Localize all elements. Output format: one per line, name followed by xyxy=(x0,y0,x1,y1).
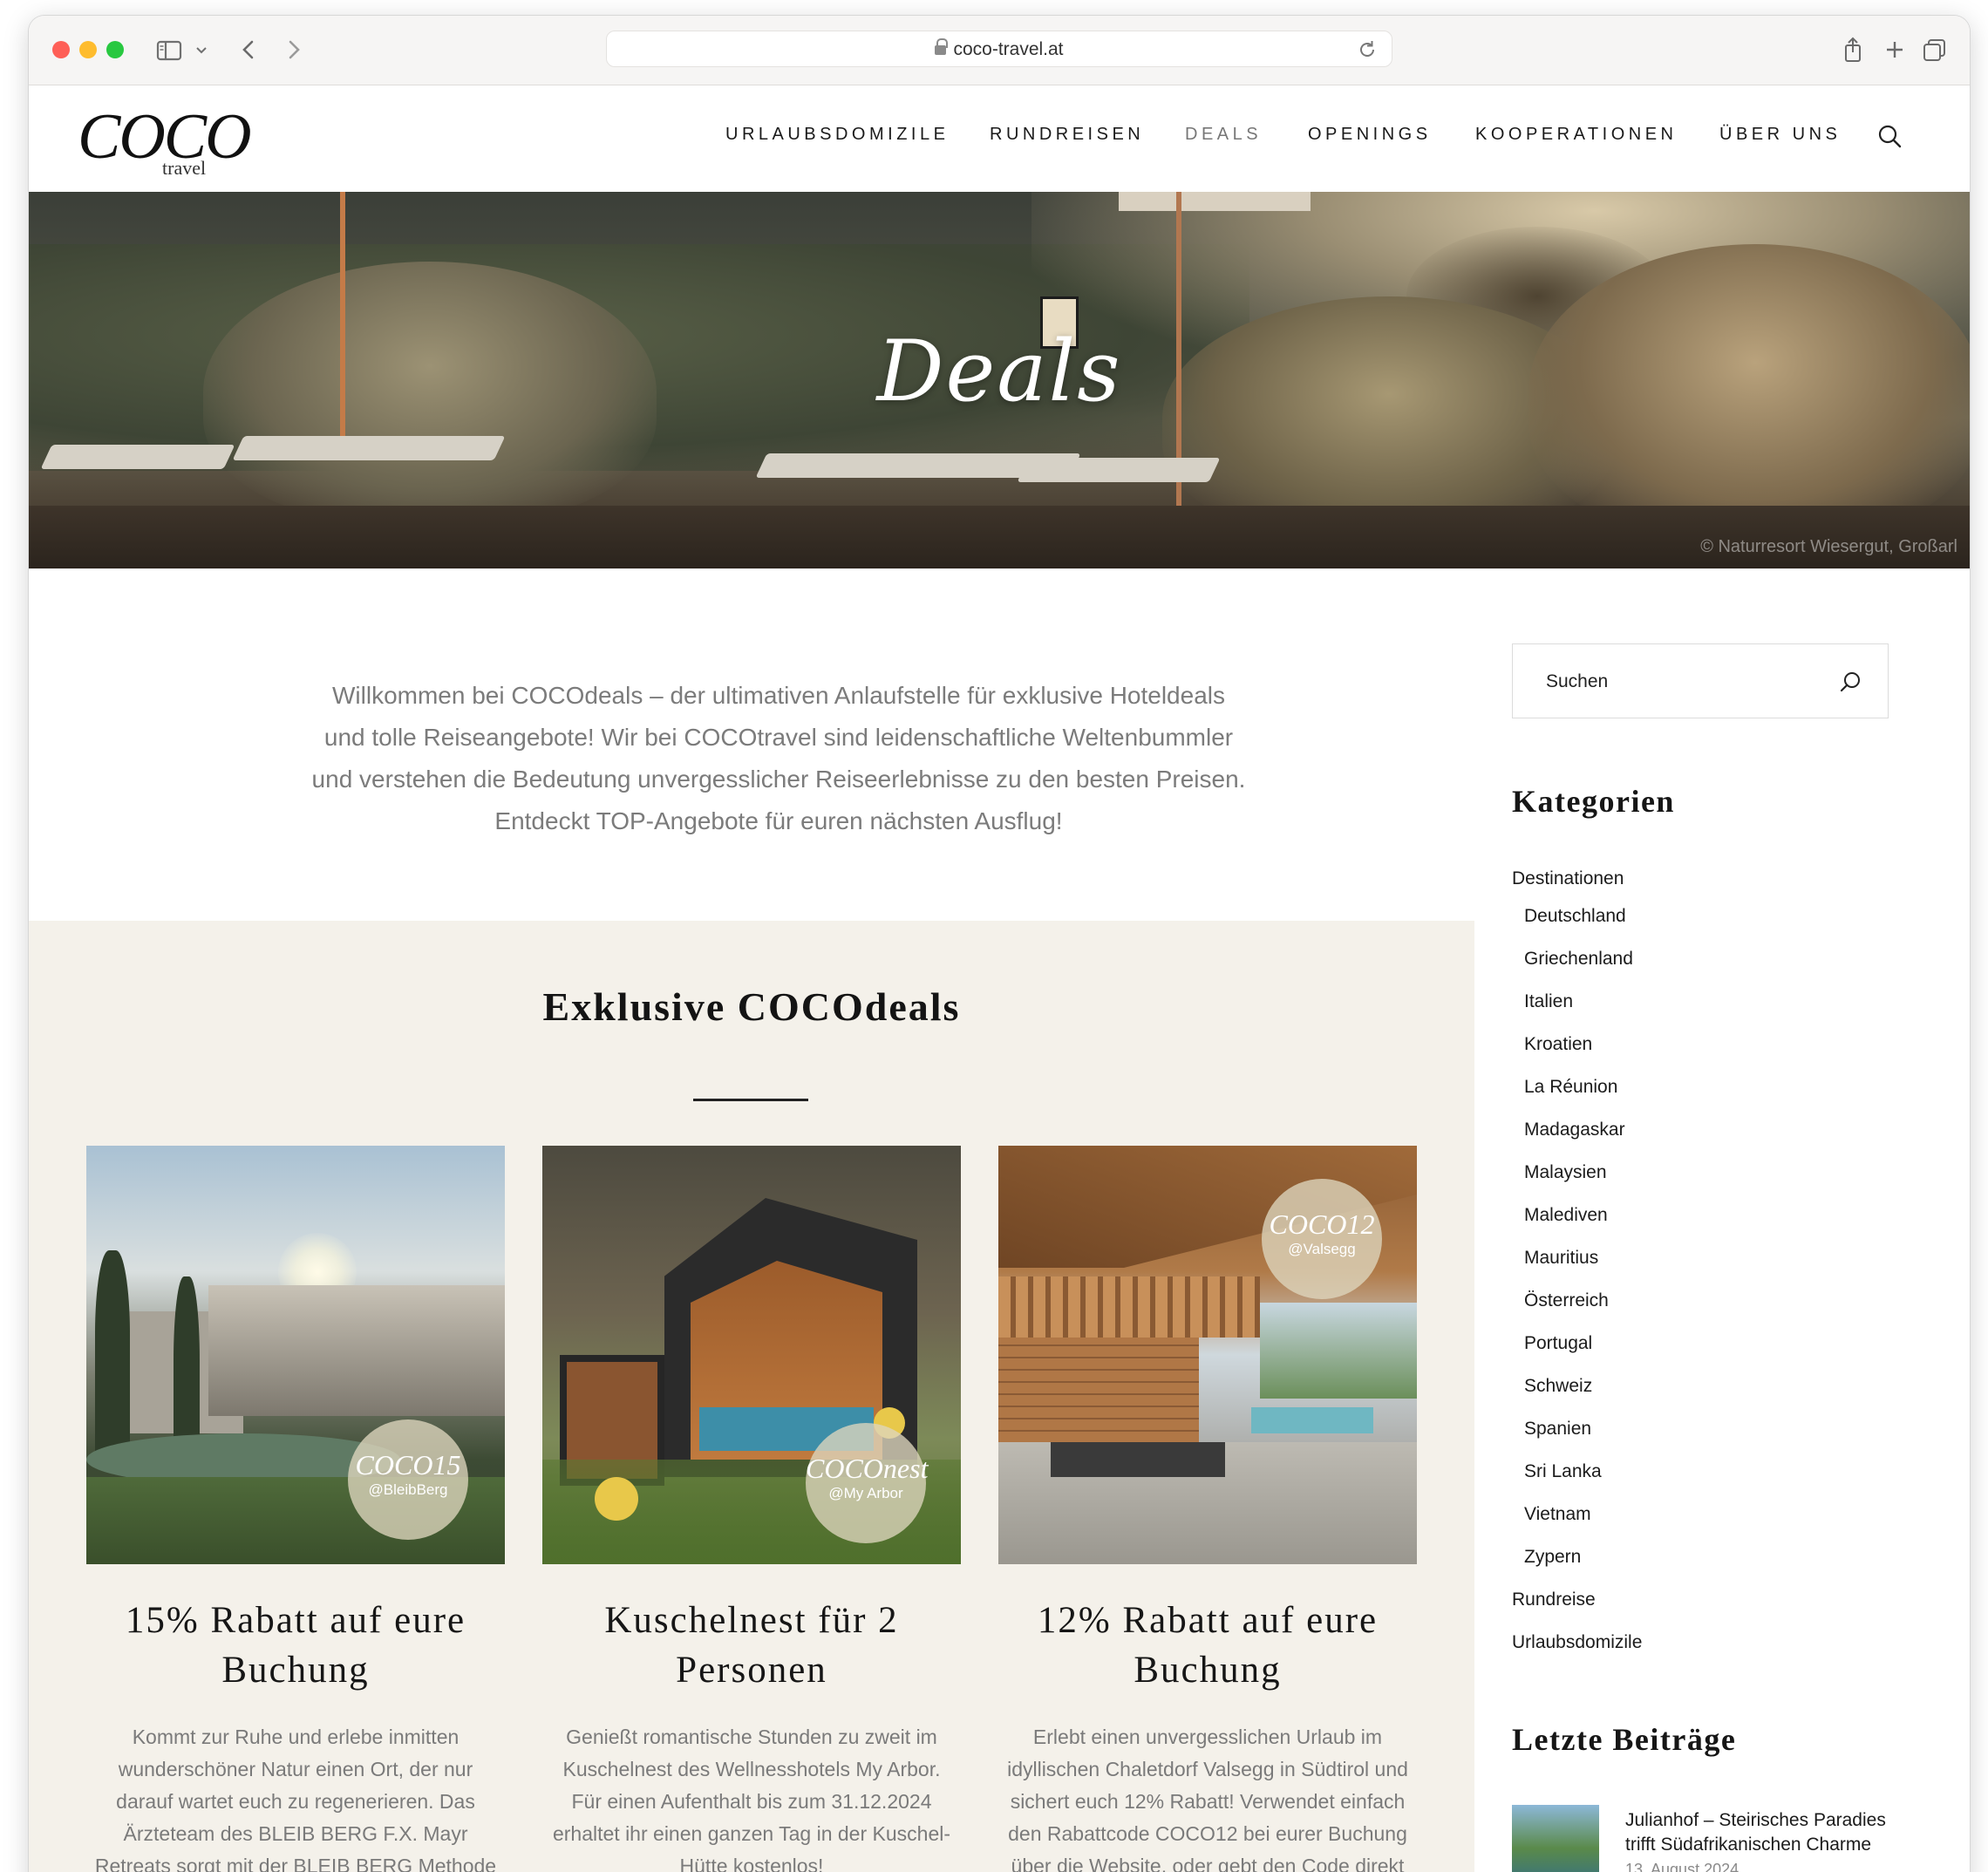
sidebar-search-field[interactable]: Suchen xyxy=(1512,643,1889,718)
search-icon[interactable] xyxy=(1877,124,1902,148)
hero-photo-credit: © Naturresort Wiesergut, Großarl xyxy=(1700,537,1957,556)
close-window-button[interactable] xyxy=(52,41,70,58)
hero-title: Deals xyxy=(876,323,1122,420)
category-urlaubsdomizile[interactable]: Urlaubsdomizile xyxy=(1512,1630,1642,1655)
logo-subtitle: travel xyxy=(162,157,207,179)
deal-card[interactable]: COCO15 @BleibBerg 15% Rabatt auf eure Bu… xyxy=(86,1146,505,1872)
deal-image-valsegg[interactable]: COCO12 @Valsegg xyxy=(998,1146,1417,1564)
deal-description: Kommt zur Ruhe und erlebe inmitten wunde… xyxy=(94,1726,497,1872)
nav-urlaubsdomizile[interactable]: URLAUBSDOMIZILE xyxy=(725,122,949,146)
chevron-down-icon[interactable] xyxy=(194,35,208,65)
nav-kooperationen[interactable]: KOOPERATIONEN xyxy=(1475,122,1678,146)
discount-badge: COCO15 @BleibBerg xyxy=(348,1419,468,1540)
lock-icon xyxy=(935,38,949,55)
heading-divider xyxy=(693,1099,808,1101)
category-mauritius[interactable]: Mauritius xyxy=(1524,1246,1598,1270)
nav-openings[interactable]: OPENINGS xyxy=(1308,122,1432,146)
recent-post-date: 13. August 2024 xyxy=(1625,1861,1740,1872)
back-arrow-icon[interactable] xyxy=(238,35,259,65)
logo-wordmark: COCO xyxy=(78,101,252,173)
category-rundreise[interactable]: Rundreise xyxy=(1512,1588,1596,1612)
site-logo[interactable]: COCO travel xyxy=(78,101,252,180)
recent-posts-heading: Letzte Beiträge xyxy=(1512,1722,1737,1757)
category-la-reunion[interactable]: La Réunion xyxy=(1524,1075,1617,1099)
deal-title[interactable]: 15% Rabatt auf eure Buchung xyxy=(86,1596,505,1695)
deal-card[interactable]: COCOnest @My Arbor Kuschelnest für 2 Per… xyxy=(542,1146,961,1872)
new-tab-icon[interactable] xyxy=(1882,35,1907,65)
share-icon[interactable] xyxy=(1841,35,1865,65)
category-kroatien[interactable]: Kroatien xyxy=(1524,1032,1592,1057)
deal-description: Genießt romantische Stunden zu zweit im … xyxy=(552,1726,951,1872)
recent-post-title[interactable]: Julianhof – Steirisches Paradies trifft … xyxy=(1625,1808,1904,1857)
deal-image-my-arbor[interactable]: COCOnest @My Arbor xyxy=(542,1146,961,1564)
tab-overview-icon[interactable] xyxy=(1921,35,1949,65)
category-griechenland[interactable]: Griechenland xyxy=(1524,947,1633,971)
category-spanien[interactable]: Spanien xyxy=(1524,1417,1591,1441)
url-text: coco-travel.at xyxy=(953,39,1064,59)
category-portugal[interactable]: Portugal xyxy=(1524,1331,1592,1356)
category-schweiz[interactable]: Schweiz xyxy=(1524,1374,1592,1399)
hero-banner: Deals © Naturresort Wiesergut, Großarl xyxy=(29,192,1970,568)
reload-icon[interactable] xyxy=(1357,37,1378,63)
recent-post-thumbnail[interactable] xyxy=(1512,1805,1599,1872)
category-madagaskar[interactable]: Madagaskar xyxy=(1524,1118,1625,1142)
deal-title[interactable]: 12% Rabatt auf eure Buchung xyxy=(998,1596,1417,1695)
deal-description: Erlebt einen unvergesslichen Urlaub im i… xyxy=(1007,1726,1408,1872)
discount-badge: COCO12 @Valsegg xyxy=(1262,1179,1382,1299)
category-destinationen[interactable]: Destinationen xyxy=(1512,867,1624,891)
site-header: COCO travel URLAUBSDOMIZILE RUNDREISEN D… xyxy=(29,85,1970,192)
deals-heading: Exklusive COCOdeals xyxy=(542,984,961,1029)
browser-toolbar: coco-travel.at xyxy=(29,16,1970,85)
browser-window: coco-travel.at COCO travel URLAUBSDOMIZI xyxy=(29,16,1970,1872)
categories-heading: Kategorien xyxy=(1512,784,1675,819)
search-icon[interactable] xyxy=(1839,671,1862,693)
deal-image-bleibberg[interactable]: COCO15 @BleibBerg xyxy=(86,1146,505,1564)
search-placeholder: Suchen xyxy=(1546,671,1609,691)
category-italien[interactable]: Italien xyxy=(1524,990,1573,1014)
nav-rundreisen[interactable]: RUNDREISEN xyxy=(990,122,1144,146)
category-oesterreich[interactable]: Österreich xyxy=(1524,1289,1609,1313)
nav-ueber-uns[interactable]: ÜBER UNS xyxy=(1719,122,1841,146)
nav-deals[interactable]: DEALS xyxy=(1185,122,1262,146)
category-zypern[interactable]: Zypern xyxy=(1524,1545,1581,1569)
category-vietnam[interactable]: Vietnam xyxy=(1524,1502,1591,1527)
forward-arrow-icon[interactable] xyxy=(283,35,304,65)
zoom-window-button[interactable] xyxy=(106,41,124,58)
category-malaysien[interactable]: Malaysien xyxy=(1524,1161,1607,1185)
deal-card[interactable]: COCO12 @Valsegg 12% Rabatt auf eure Buch… xyxy=(998,1146,1417,1872)
address-bar[interactable]: coco-travel.at xyxy=(606,31,1392,67)
minimize-window-button[interactable] xyxy=(79,41,97,58)
intro-text: Willkommen bei COCOdeals – der ultimativ… xyxy=(311,682,1246,834)
category-sri-lanka[interactable]: Sri Lanka xyxy=(1524,1460,1602,1484)
category-malediven[interactable]: Malediven xyxy=(1524,1203,1608,1228)
sidebar-toggle-icon[interactable] xyxy=(156,35,182,65)
deal-title[interactable]: Kuschelnest für 2 Personen xyxy=(542,1596,961,1695)
discount-badge: COCOnest @My Arbor xyxy=(806,1423,928,1543)
category-deutschland[interactable]: Deutschland xyxy=(1524,904,1626,929)
